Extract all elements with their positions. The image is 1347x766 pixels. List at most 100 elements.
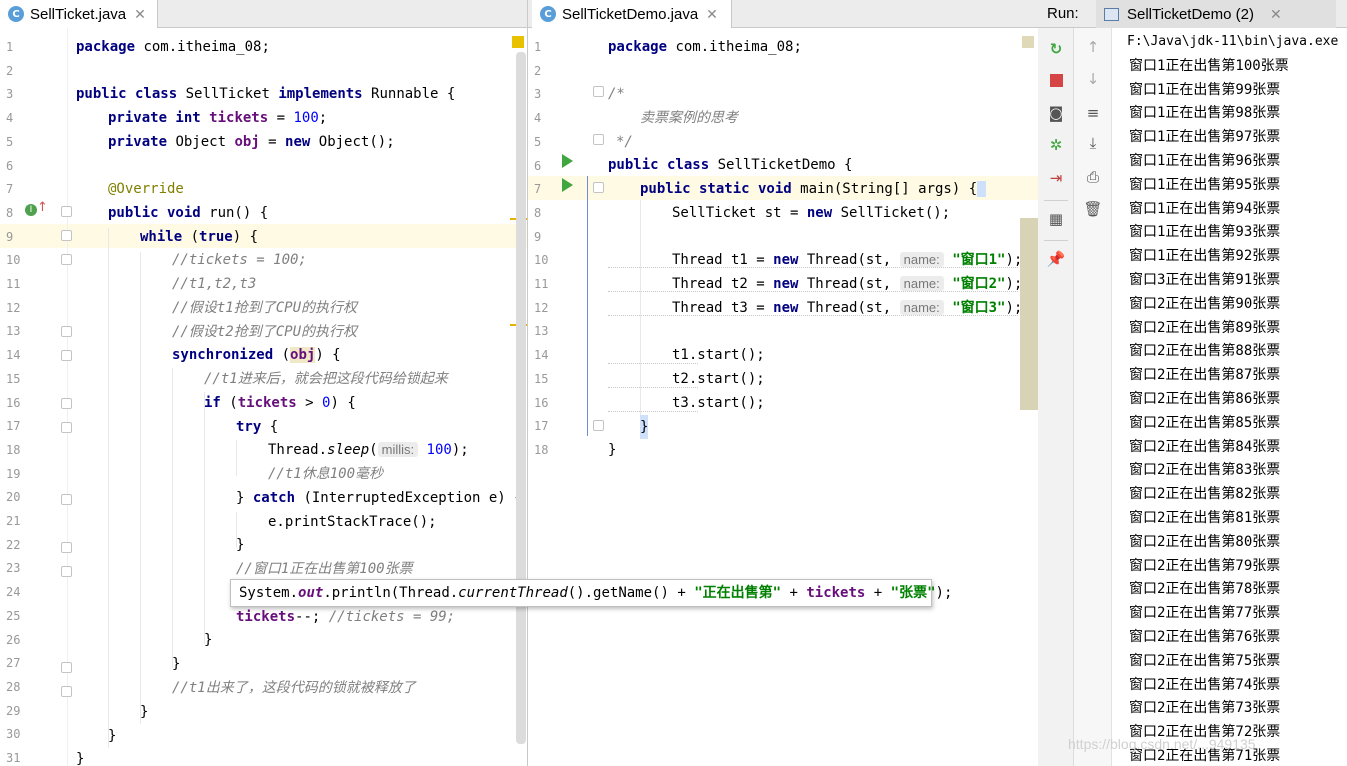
code-line-30: } xyxy=(108,728,117,744)
tab-sellticket[interactable]: C SellTicket.java ✕ xyxy=(0,0,158,28)
tab-sellticketdemo[interactable]: C SellTicketDemo.java ✕ xyxy=(532,0,732,28)
pin-icon[interactable]: 📌 xyxy=(1045,248,1067,270)
print-icon[interactable]: ⎙ xyxy=(1082,166,1104,188)
code-line-27: } xyxy=(172,656,181,672)
code-line-13: //假设t2抢到了CPU的执行权 xyxy=(172,324,358,340)
fold-marker[interactable] xyxy=(593,182,604,193)
layout-icon[interactable]: ▦ xyxy=(1045,208,1067,230)
code-line-12: //假设t1抢到了CPU的执行权 xyxy=(172,300,358,316)
code-line-12: Thread t3 = new Thread(st, name: "窗口3"); xyxy=(672,300,1023,316)
indent-guide xyxy=(640,200,641,432)
line-number: 5 xyxy=(534,134,542,149)
console-output-line: 窗口2正在出售第73张票 xyxy=(1129,700,1281,717)
arrow-down-icon[interactable]: ↓ xyxy=(1082,68,1104,90)
scroll-to-end-icon[interactable]: ⤓ xyxy=(1082,132,1104,154)
fold-marker[interactable] xyxy=(61,398,72,409)
code-line-8: public void run() { xyxy=(108,205,269,221)
console-icon xyxy=(1104,7,1119,21)
middle-editor[interactable]: 1 2 3 4 5 6 7 8 9 10 11 12 13 14 15 16 17 18 package com.… xyxy=(528,28,1038,766)
line-number: 14 xyxy=(6,348,21,363)
fold-marker[interactable] xyxy=(593,86,604,97)
code-line-7: @Override xyxy=(108,181,184,197)
console-output-line: 窗口1正在出售第94张票 xyxy=(1129,200,1281,217)
fold-marker[interactable] xyxy=(61,230,72,241)
fold-marker[interactable] xyxy=(593,420,604,431)
line-number: 26 xyxy=(6,632,21,647)
soft-wrap-icon[interactable]: ≡ xyxy=(1082,102,1104,124)
line-number: 15 xyxy=(6,371,21,386)
console-output-line: 窗口1正在出售第96张票 xyxy=(1129,153,1281,169)
run-main-icon[interactable] xyxy=(562,178,573,192)
console-output-line: 窗口2正在出售第78张票 xyxy=(1129,581,1281,598)
line-number: 12 xyxy=(534,300,549,315)
tab-label: SellTicketDemo.java xyxy=(562,5,699,23)
fold-marker[interactable] xyxy=(593,134,604,145)
code-line-10: Thread t1 = new Thread(st, name: "窗口1"); xyxy=(672,252,1023,268)
fold-marker[interactable] xyxy=(61,254,72,265)
arrow-up-icon[interactable]: ↑ xyxy=(1082,36,1104,58)
line-number: 15 xyxy=(534,371,549,386)
fold-marker[interactable] xyxy=(61,206,72,217)
code-line-19: //t1休息100毫秒 xyxy=(268,466,384,482)
code-line-18: Thread.sleep(millis: 100); xyxy=(268,442,469,458)
vertical-scrollbar[interactable] xyxy=(516,52,526,744)
gutter-divider xyxy=(67,28,68,766)
code-line-21: e.printStackTrace(); xyxy=(268,514,437,530)
toolbar-separator xyxy=(1044,200,1068,201)
fold-marker[interactable] xyxy=(61,422,72,433)
fold-marker[interactable] xyxy=(61,494,72,505)
line-number: 22 xyxy=(6,537,21,552)
line-number: 1 xyxy=(534,40,542,54)
vertical-scrollbar[interactable] xyxy=(1020,218,1038,410)
console-output-line: 窗口2正在出售第80张票 xyxy=(1129,533,1281,550)
stop-icon[interactable] xyxy=(1045,69,1067,91)
run-class-icon[interactable] xyxy=(562,154,573,168)
debug-settings-icon[interactable]: ✲ xyxy=(1045,134,1067,156)
override-gutter-icon[interactable]: I xyxy=(25,204,37,216)
fold-marker[interactable] xyxy=(61,542,72,553)
code-line-10: //tickets = 100; xyxy=(172,252,307,268)
console-output-line: 窗口2正在出售第84张票 xyxy=(1129,438,1281,455)
run-tab[interactable]: SellTicketDemo (2) ✕ xyxy=(1096,0,1336,28)
line-number: 17 xyxy=(534,419,549,434)
code-line-4: 卖票案例的思考 xyxy=(640,110,738,126)
run-toolbar-secondary: ↑ ↓ ≡ ⤓ ⎙ 🗑 xyxy=(1074,28,1112,766)
fold-marker[interactable] xyxy=(61,566,72,577)
fold-marker[interactable] xyxy=(61,686,72,697)
console-output-line: 窗口1正在出售第93张票 xyxy=(1129,224,1281,241)
console-output[interactable]: F:\Java\jdk-11\bin\java.exe 窗口1正在出售第100张票… xyxy=(1112,28,1347,766)
code-line-28: //t1出来了，这段代码的锁就被释放了 xyxy=(172,680,416,696)
console-output-line: 窗口1正在出售第98张票 xyxy=(1129,105,1281,122)
analysis-status-icon[interactable] xyxy=(512,36,524,48)
console-output-line: 窗口2正在出售第86张票 xyxy=(1129,391,1281,407)
code-line-5: private Object obj = new Object(); xyxy=(108,134,395,150)
fold-marker[interactable] xyxy=(61,662,72,673)
close-icon[interactable]: ✕ xyxy=(1270,6,1282,23)
code-line-17: } xyxy=(640,415,649,439)
line-number: 25 xyxy=(6,608,21,623)
up-arrow-icon: ↑ xyxy=(37,200,48,215)
console-command-line: F:\Java\jdk-11\bin\java.exe xyxy=(1127,34,1339,49)
camera-icon[interactable]: ◙ xyxy=(1045,102,1067,124)
fold-marker[interactable] xyxy=(61,350,72,361)
run-panel-header: Run: SellTicketDemo (2) ✕ xyxy=(1038,0,1347,28)
analysis-status-icon[interactable] xyxy=(1022,36,1034,48)
rerun-icon[interactable]: ↻ xyxy=(1045,38,1067,60)
login-icon[interactable]: ⇥ xyxy=(1045,167,1067,189)
code-line-20: } catch (InterruptedException e) { xyxy=(236,490,523,506)
warning-underline xyxy=(608,314,1018,316)
line-number: 27 xyxy=(6,656,21,671)
fold-marker[interactable] xyxy=(61,326,72,337)
trash-icon[interactable]: 🗑 xyxy=(1082,198,1104,220)
console-output-line: 窗口2正在出售第74张票 xyxy=(1129,676,1281,693)
code-line-17: try { xyxy=(236,419,279,435)
code-line-31: } xyxy=(76,751,85,766)
line-number: 13 xyxy=(6,324,21,339)
close-icon[interactable]: ✕ xyxy=(706,6,718,23)
indent-guide xyxy=(108,228,109,748)
close-icon[interactable]: ✕ xyxy=(134,6,146,23)
code-line-11: //t1,t2,t3 xyxy=(172,276,257,292)
left-editor[interactable]: 1 2 3 4 5 6 7 8 9 10 11 12 13 14 15 16 17 18 19 20 21 22 23 24 2… xyxy=(0,28,527,766)
warning-underline xyxy=(608,362,698,364)
line-number: 23 xyxy=(6,561,21,576)
